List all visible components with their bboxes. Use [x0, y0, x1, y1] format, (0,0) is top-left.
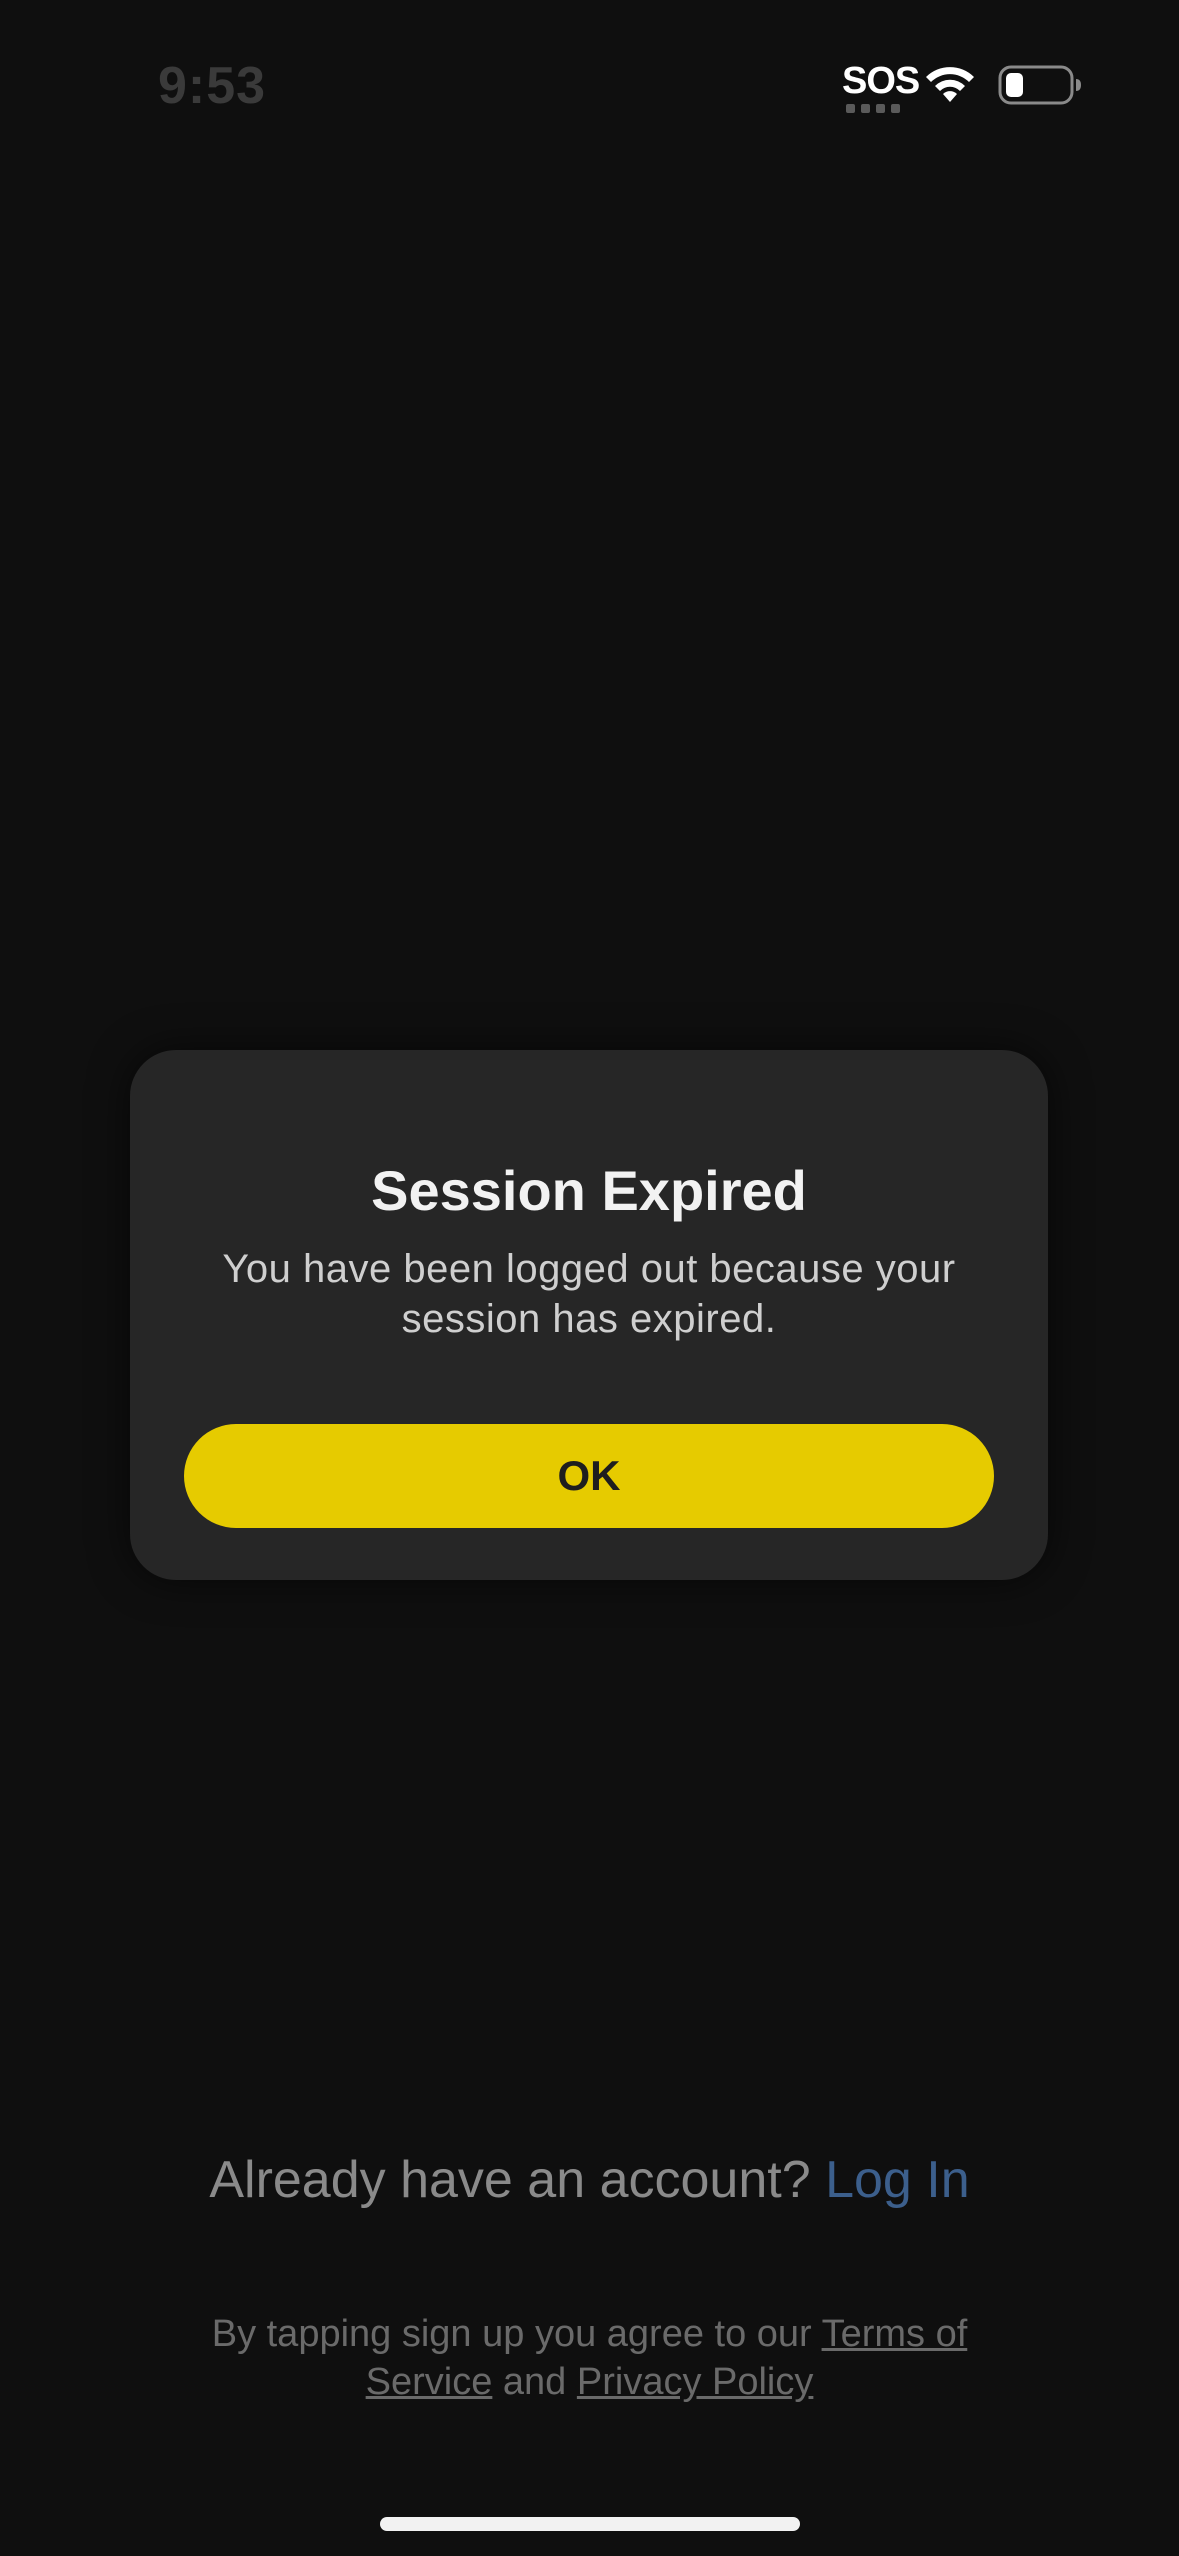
account-prompt-text: Already have an account?: [209, 2151, 811, 2209]
status-time: 9:53: [158, 57, 267, 115]
wifi-icon: [926, 67, 974, 102]
login-link[interactable]: Log In: [825, 2151, 970, 2209]
legal-text: By tapping sign up you agree to our Term…: [150, 2310, 1029, 2406]
privacy-policy-link[interactable]: Privacy Policy: [577, 2361, 814, 2403]
dialog-message: You have been logged out because your se…: [222, 1247, 956, 1341]
session-expired-dialog: Session Expired You have been logged out…: [130, 1050, 1048, 1580]
login-prompt: Already have an account? Log In: [0, 2150, 1179, 2210]
legal-prefix: By tapping sign up you agree to our: [211, 2313, 812, 2355]
ok-button[interactable]: OK: [184, 1424, 994, 1528]
sos-indicator: SOS: [842, 60, 920, 102]
dialog-title: Session Expired: [371, 1159, 807, 1222]
status-bar: 9:53 SOS: [0, 0, 1179, 170]
signal-dots-icon: [846, 104, 900, 113]
home-indicator[interactable]: [380, 2517, 800, 2531]
legal-and: and: [502, 2361, 567, 2403]
battery-icon: [998, 65, 1081, 105]
screen: 9:53 SOS Session Expired You have been l…: [0, 0, 1179, 2556]
